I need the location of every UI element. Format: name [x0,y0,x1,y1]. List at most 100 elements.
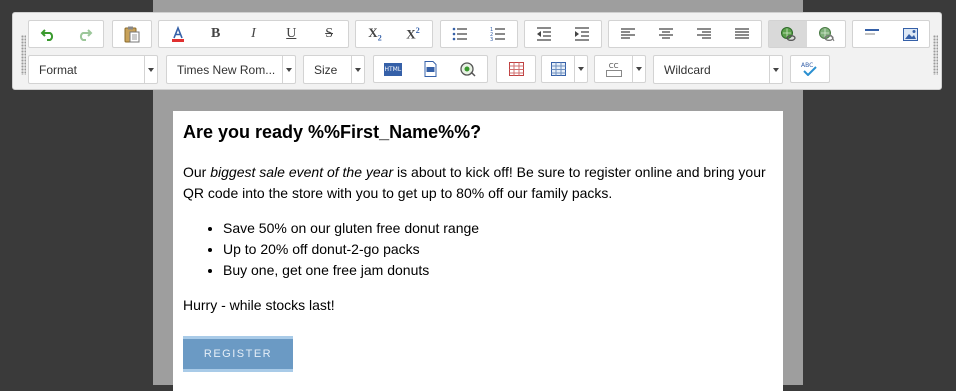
horizontal-rule-icon [865,28,879,40]
paste-button[interactable] [113,21,151,47]
align-right-icon [697,28,711,40]
superscript-button[interactable]: X2 [394,21,432,47]
underline-button[interactable]: U [272,21,310,47]
size-select[interactable]: Size [303,55,365,84]
caption-button[interactable]: CC [595,56,632,82]
indent-button[interactable] [563,21,601,47]
intro-paragraph: Our biggest sale event of the year is ab… [183,162,773,204]
table-properties-button[interactable] [542,56,574,82]
font-color-icon [170,26,186,42]
register-button[interactable]: REGISTER [183,336,293,372]
remove-link-icon [818,26,835,42]
new-document-icon [423,61,438,77]
spellcheck-group: ABC [790,55,830,83]
history-group [28,20,104,48]
bulleted-list-icon [452,27,468,41]
indent-group [524,20,602,48]
wildcard-select-value: Wildcard [664,62,711,77]
insert-group [852,20,930,48]
paste-icon [124,26,140,43]
undo-button[interactable] [29,21,66,47]
format-select-value: Format [39,62,78,77]
text-format-group: B I U S [158,20,349,48]
insert-special-button[interactable] [449,56,487,82]
justify-icon [735,28,749,40]
html-source-icon: HTML [383,62,402,76]
chevron-down-icon [769,56,782,83]
table-icon [508,62,524,76]
chevron-down-icon [144,56,157,83]
chevron-down-icon [351,56,364,83]
align-left-icon [621,28,635,40]
toolbar-grip-left[interactable] [21,35,26,75]
svg-text:3: 3 [490,37,493,41]
spellcheck-icon: ABC [801,62,819,76]
chevron-down-icon[interactable] [632,56,645,82]
chevron-down-icon [282,56,295,83]
spellcheck-button[interactable]: ABC [791,56,829,82]
subscript-icon: X2 [368,24,382,43]
underline-icon: U [286,26,297,41]
intro-emphasis: biggest sale event of the year [210,164,394,180]
html-source-button[interactable]: HTML [374,56,412,82]
font-select-value: Times New Rom... [177,62,276,77]
align-center-icon [659,28,673,40]
remove-link-button[interactable] [807,21,845,47]
italic-button[interactable]: I [235,21,273,47]
bulleted-list-button[interactable] [441,21,479,47]
intro-text-start: Our [183,164,211,180]
caption-box [605,69,622,77]
link-group [768,20,846,48]
insert-link-icon [780,26,797,42]
align-left-button[interactable] [609,21,647,47]
redo-icon [77,27,93,41]
strikethrough-button[interactable]: S [310,21,348,47]
insert-table-button[interactable] [497,56,535,82]
list-item: Save 50% on our gluten free donut range [223,218,773,239]
new-document-button[interactable] [412,56,450,82]
bold-icon: B [211,26,221,41]
font-color-button[interactable] [159,21,197,47]
toolbar-grip-right[interactable] [933,35,938,75]
globe-icon [460,61,476,77]
subscript-button[interactable]: X2 [356,21,394,47]
script-group: X2 X2 [355,20,433,48]
table-properties-icon [550,62,566,76]
align-group [608,20,762,48]
chevron-down-icon[interactable] [574,56,587,82]
insert-image-button[interactable] [891,21,929,47]
list-item: Buy one, get one free jam donuts [223,260,773,281]
table-group [496,55,536,83]
align-right-button[interactable] [685,21,723,47]
editor-toolbar: B I U S X2 X2 123 Format Times New Rom..… [12,12,942,90]
italic-icon: I [251,26,256,41]
justify-button[interactable] [723,21,761,47]
clipboard-group [112,20,152,48]
document-page[interactable]: Are you ready %%First_Name%%? Our bigges… [173,111,783,391]
caption-icon: CC [605,61,622,77]
superscript-icon: X2 [406,26,420,42]
outdent-button[interactable] [525,21,563,47]
bold-button[interactable]: B [197,21,235,47]
indent-icon [574,27,590,41]
outdent-icon [536,27,552,41]
list-group: 123 [440,20,518,48]
numbered-list-icon: 123 [490,27,506,41]
insert-link-button[interactable] [769,21,807,47]
numbered-list-button[interactable]: 123 [479,21,517,47]
caption-group: CC [594,55,646,83]
redo-button[interactable] [66,21,103,47]
table-properties-group [541,55,588,83]
list-item: Up to 20% off donut-2-go packs [223,239,773,260]
wildcard-select[interactable]: Wildcard [653,55,783,84]
source-group: HTML [373,55,488,83]
offer-list: Save 50% on our gluten free donut range … [183,218,773,281]
undo-icon [40,27,56,41]
format-select[interactable]: Format [28,55,158,84]
font-select[interactable]: Times New Rom... [166,55,296,84]
align-center-button[interactable] [647,21,685,47]
insert-image-icon [902,27,918,41]
horizontal-rule-button[interactable] [853,21,891,47]
caption-cc-label: CC [608,61,619,70]
size-select-value: Size [314,62,338,77]
